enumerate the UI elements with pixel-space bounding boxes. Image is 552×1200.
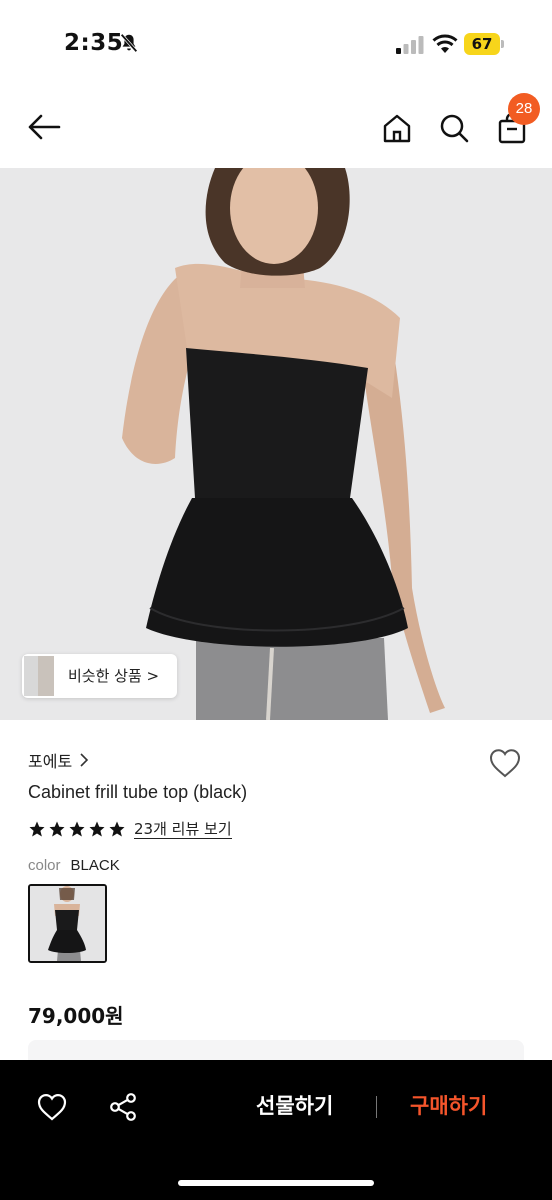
- heart-icon[interactable]: [36, 1092, 68, 1122]
- model-photo: [0, 168, 552, 720]
- status-bar: 2:35 67: [0, 0, 552, 90]
- similar-thumbnail-icon: [24, 656, 54, 696]
- cart-count-badge[interactable]: 28: [508, 93, 540, 125]
- star-icon: [29, 821, 45, 837]
- star-icon: [109, 821, 125, 837]
- product-image[interactable]: 비슷한 상품 >: [0, 168, 552, 720]
- color-row: color BLACK: [28, 857, 120, 874]
- cellular-signal-icon: [396, 36, 424, 54]
- rating-row: 23개 리뷰 보기: [28, 817, 232, 841]
- color-value: BLACK: [70, 857, 120, 874]
- home-indicator: [178, 1180, 374, 1186]
- swatch-thumbnail: [30, 886, 105, 961]
- bell-muted-icon: [120, 33, 138, 53]
- bottom-action-bar: 선물하기 구매하기: [0, 1060, 552, 1200]
- similar-products-label: 비슷한 상품 >: [68, 667, 160, 685]
- review-link[interactable]: 23개 리뷰 보기: [134, 820, 232, 839]
- brand-name: 포에토: [28, 752, 73, 771]
- color-swatch-black[interactable]: [28, 884, 107, 963]
- battery-cap: [501, 40, 504, 48]
- top-navigation: 28: [0, 90, 552, 168]
- battery-level: 67: [471, 35, 493, 53]
- gift-button[interactable]: 선물하기: [256, 1088, 333, 1124]
- similar-products-button[interactable]: 비슷한 상품 >: [22, 654, 177, 698]
- search-icon[interactable]: [438, 112, 470, 144]
- chevron-right-icon: [80, 753, 89, 767]
- star-icon: [89, 821, 105, 837]
- product-price: 79,000원: [28, 1004, 124, 1028]
- product-title: Cabinet frill tube top (black): [28, 782, 248, 802]
- buy-button[interactable]: 구매하기: [410, 1088, 487, 1124]
- divider: [376, 1096, 377, 1118]
- status-time: 2:35: [64, 30, 124, 56]
- back-arrow-icon[interactable]: [26, 112, 62, 142]
- star-icon: [49, 821, 65, 837]
- brand-link[interactable]: 포에토: [28, 748, 89, 772]
- share-icon[interactable]: [108, 1092, 138, 1122]
- wifi-icon: [432, 34, 458, 53]
- battery-indicator: 67: [464, 33, 504, 55]
- star-icon: [69, 821, 85, 837]
- color-label: color: [28, 857, 61, 874]
- home-icon[interactable]: [381, 112, 413, 144]
- wishlist-heart-icon[interactable]: [488, 747, 522, 779]
